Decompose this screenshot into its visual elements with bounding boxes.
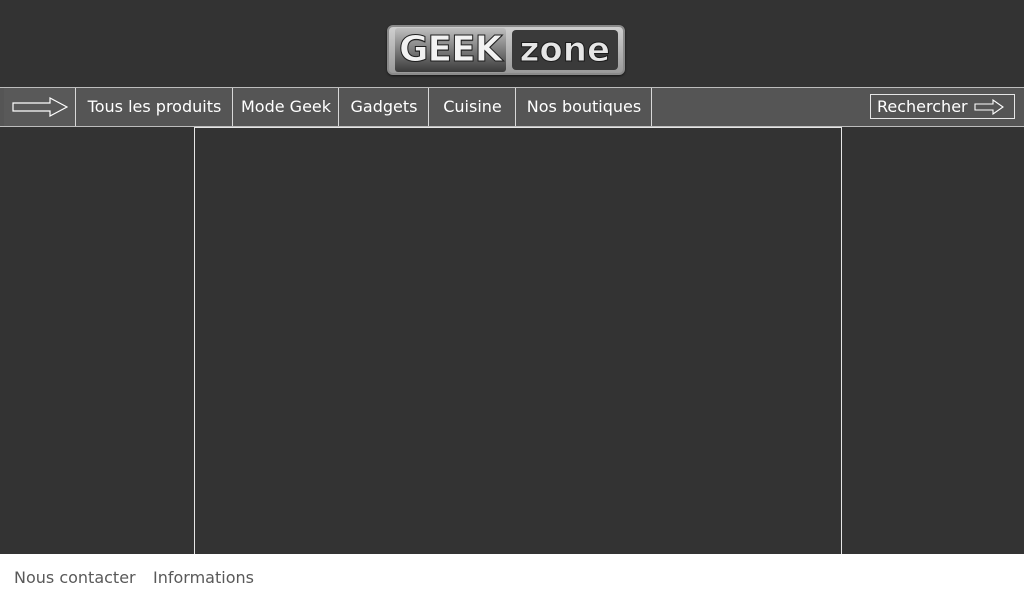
- footer: Nous contacter Informations: [0, 554, 1024, 600]
- right-arrow-icon: [11, 97, 68, 117]
- logo-word-zone: zone: [511, 30, 619, 71]
- footer-link-nous-contacter[interactable]: Nous contacter: [14, 568, 136, 588]
- search-label: Rechercher: [877, 97, 968, 116]
- main-navbar: Tous les produits Mode Geek Gadgets Cuis…: [0, 87, 1024, 127]
- nav-item-gadgets[interactable]: Gadgets: [338, 88, 429, 126]
- logo-word-geek: GEEK: [395, 28, 506, 72]
- right-arrow-icon: [974, 99, 1004, 115]
- nav-home-arrow-button[interactable]: [4, 88, 75, 126]
- nav-divider: [651, 88, 652, 126]
- footer-link-informations[interactable]: Informations: [153, 568, 254, 588]
- nav-item-cuisine[interactable]: Cuisine: [428, 88, 516, 126]
- geek-zone-logo[interactable]: GEEK zone: [387, 25, 625, 75]
- nav-item-mode-geek[interactable]: Mode Geek: [232, 88, 339, 126]
- nav-item-tous-les-produits[interactable]: Tous les produits: [75, 88, 233, 126]
- nav-item-nos-boutiques[interactable]: Nos boutiques: [515, 88, 652, 126]
- main-content-panel: [194, 127, 842, 554]
- page: GEEK zone Tous les produits Mode Geek Ga…: [0, 0, 1024, 600]
- search-button[interactable]: Rechercher: [870, 94, 1015, 119]
